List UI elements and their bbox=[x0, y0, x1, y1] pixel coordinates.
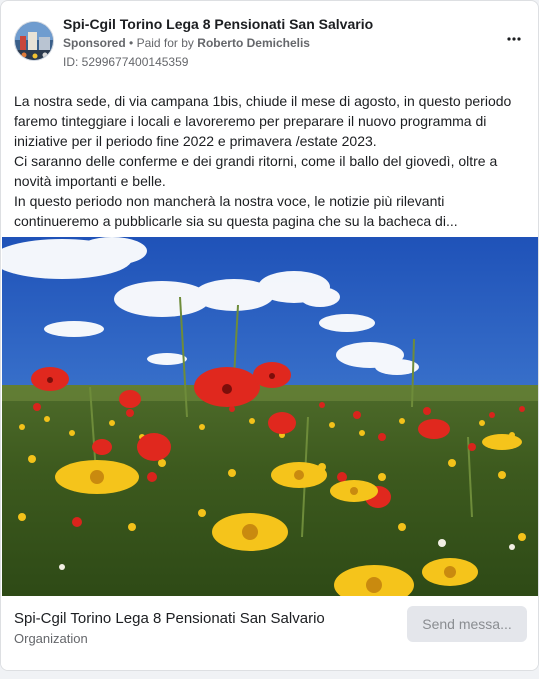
post-paragraph: La nostra sede, di via campana 1bis, chi… bbox=[14, 93, 512, 149]
paid-for-name: Roberto Demichelis bbox=[197, 36, 310, 50]
post-paragraph: Ci saranno delle conferme e dei grandi r… bbox=[14, 153, 498, 189]
ad-id: ID: 5299677400145359 bbox=[63, 55, 189, 69]
send-message-button[interactable]: Send messa... bbox=[407, 606, 527, 642]
post-paragraph: In questo periodo non mancherà la nostra… bbox=[14, 193, 458, 229]
post-body: La nostra sede, di via campana 1bis, chi… bbox=[14, 91, 524, 231]
paid-for-prefix: Paid for by bbox=[136, 36, 194, 50]
meta-separator: • bbox=[129, 36, 134, 50]
ad-footer: Spi-Cgil Torino Lega 8 Pensionati San Sa… bbox=[1, 596, 538, 670]
footer-page-name[interactable]: Spi-Cgil Torino Lega 8 Pensionati San Sa… bbox=[14, 610, 325, 627]
page-avatar[interactable] bbox=[14, 21, 54, 61]
sponsored-label: Sponsored bbox=[63, 36, 126, 50]
sponsored-meta: Sponsored • Paid for by Roberto Demichel… bbox=[63, 36, 310, 50]
footer-category: Organization bbox=[14, 631, 88, 646]
more-horizontal-icon[interactable] bbox=[502, 29, 526, 49]
ad-image[interactable] bbox=[2, 237, 538, 596]
page-name-link[interactable]: Spi-Cgil Torino Lega 8 Pensionati San Sa… bbox=[63, 16, 373, 32]
post-header: Spi-Cgil Torino Lega 8 Pensionati San Sa… bbox=[14, 13, 526, 73]
ad-card: Spi-Cgil Torino Lega 8 Pensionati San Sa… bbox=[0, 0, 539, 671]
